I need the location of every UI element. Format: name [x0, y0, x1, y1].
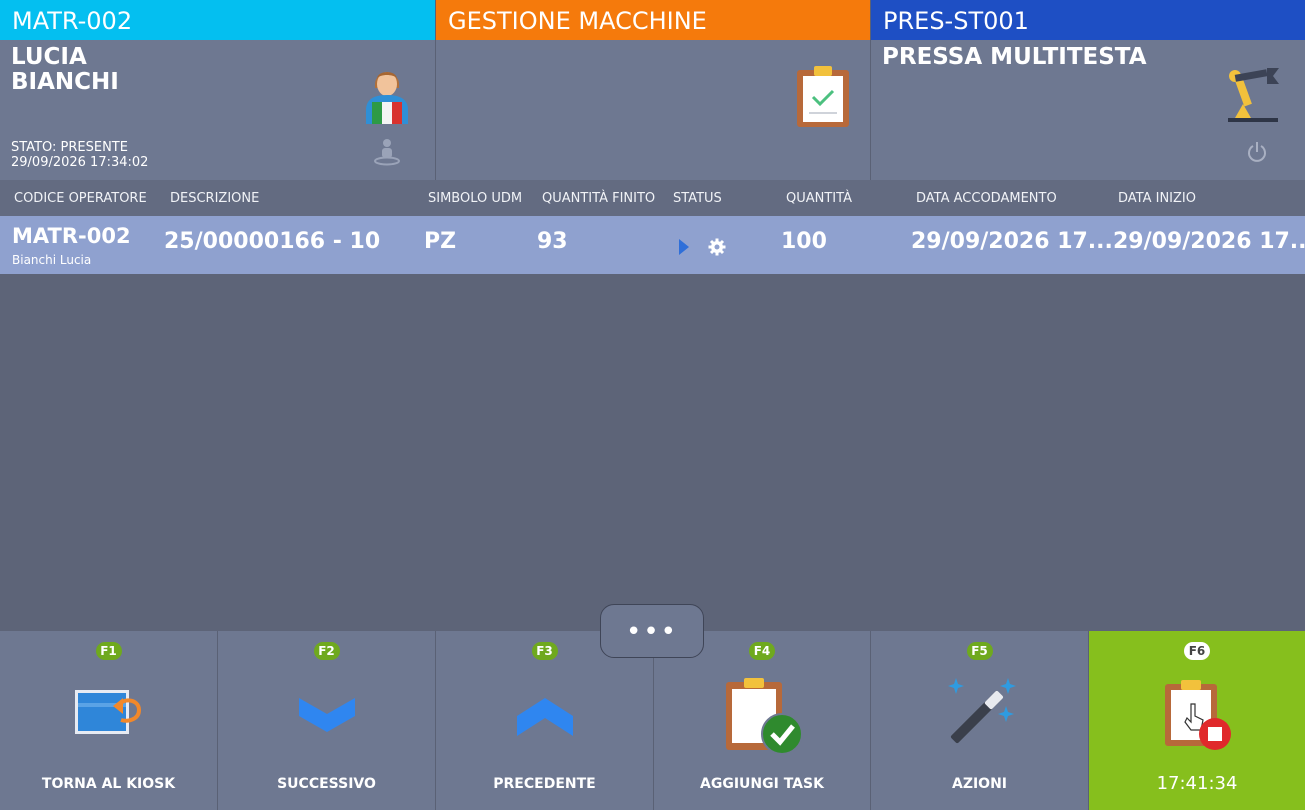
kiosk-return-icon [74, 690, 141, 734]
row-description: 25/00000166 - 10 [164, 229, 381, 254]
col-description[interactable]: DESCRIZIONE [170, 191, 259, 206]
col-operator-code[interactable]: CODICE OPERATORE [14, 191, 147, 206]
machine-code: PRES-ST001 [871, 0, 1305, 40]
machine-panel[interactable]: PRES-ST001 PRESSA MULTITESTA [871, 0, 1305, 180]
operator-name: LUCIA BIANCHI [11, 44, 119, 95]
gear-icon [708, 238, 726, 256]
app-panel[interactable]: GESTIONE MACCHINE [436, 0, 871, 180]
col-uom-symbol[interactable]: SIMBOLO UDM [428, 191, 522, 206]
machine-name: PRESSA MULTITESTA [882, 44, 1147, 70]
row-quantity: 100 [781, 229, 827, 254]
operator-status-text: STATO: PRESENTE [11, 140, 128, 155]
row-uom-symbol: PZ [424, 229, 457, 254]
robot-arm-icon [1228, 68, 1279, 122]
function-key-badge: F3 [531, 642, 558, 660]
clipboard-add-task-icon [726, 678, 803, 755]
row-operator-code: MATR-002 [12, 224, 131, 248]
operator-code: MATR-002 [0, 0, 435, 40]
row-queue-date: 29/09/2026 17... [911, 229, 1113, 254]
function-key-badge: F4 [749, 642, 775, 660]
chevron-down-icon [298, 698, 355, 732]
next-button[interactable]: F2 SUCCESSIVO [218, 631, 436, 810]
operator-status: STATO: PRESENTE 29/09/2026 17:34:02 [11, 140, 148, 170]
table-header: CODICE OPERATORE DESCRIZIONE SIMBOLO UDM… [0, 180, 1305, 216]
play-icon [679, 239, 689, 255]
back-to-kiosk-button[interactable]: F1 TORNA AL KIOSK [0, 631, 218, 810]
stop-task-button[interactable]: F6 17:41:34 [1089, 631, 1305, 810]
operator-avatar-icon [366, 72, 408, 124]
table-row[interactable]: MATR-002 Bianchi Lucia 25/00000166 - 10 … [0, 216, 1305, 274]
magic-wand-icon [947, 678, 1016, 744]
power-icon[interactable] [1246, 141, 1268, 163]
chevron-up-icon [516, 698, 573, 736]
row-start-date: 29/09/2026 17... [1113, 229, 1305, 254]
function-key-badge: F1 [95, 642, 122, 660]
function-key-badge: F6 [1184, 642, 1210, 660]
operator-panel[interactable]: MATR-002 LUCIA BIANCHI STATO: PRESENTE 2… [0, 0, 436, 180]
person-location-icon [374, 139, 400, 166]
function-key-badge: F2 [313, 642, 340, 660]
row-operator-name: Bianchi Lucia [12, 253, 92, 267]
next-label: SUCCESSIVO [277, 776, 376, 792]
col-finished-qty[interactable]: QUANTITÀ FINITO [542, 191, 655, 206]
col-quantity[interactable]: QUANTITÀ [786, 191, 852, 206]
col-start-date[interactable]: DATA INIZIO [1118, 191, 1196, 206]
back-to-kiosk-label: TORNA AL KIOSK [41, 776, 176, 792]
operator-datetime: 29/09/2026 17:34:02 [11, 155, 149, 170]
col-status[interactable]: STATUS [673, 191, 722, 206]
app-title: GESTIONE MACCHINE [436, 0, 870, 40]
more-button-label: ••• [625, 617, 678, 647]
col-queue-date[interactable]: DATA ACCODAMENTO [916, 191, 1057, 206]
actions-button[interactable]: F5 AZIONI [871, 631, 1089, 810]
clipboard-stop-icon [1165, 680, 1231, 750]
function-key-badge: F5 [966, 642, 993, 660]
clipboard-check-icon [797, 66, 849, 127]
previous-label: PRECEDENTE [493, 776, 596, 792]
clock-label: 17:41:34 [1156, 773, 1238, 794]
header-panels: MATR-002 LUCIA BIANCHI STATO: PRESENTE 2… [0, 0, 1305, 180]
add-task-label: AGGIUNGI TASK [700, 776, 824, 792]
row-finished-qty: 93 [537, 229, 568, 254]
more-button[interactable]: ••• [600, 604, 704, 658]
actions-label: AZIONI [951, 776, 1008, 792]
